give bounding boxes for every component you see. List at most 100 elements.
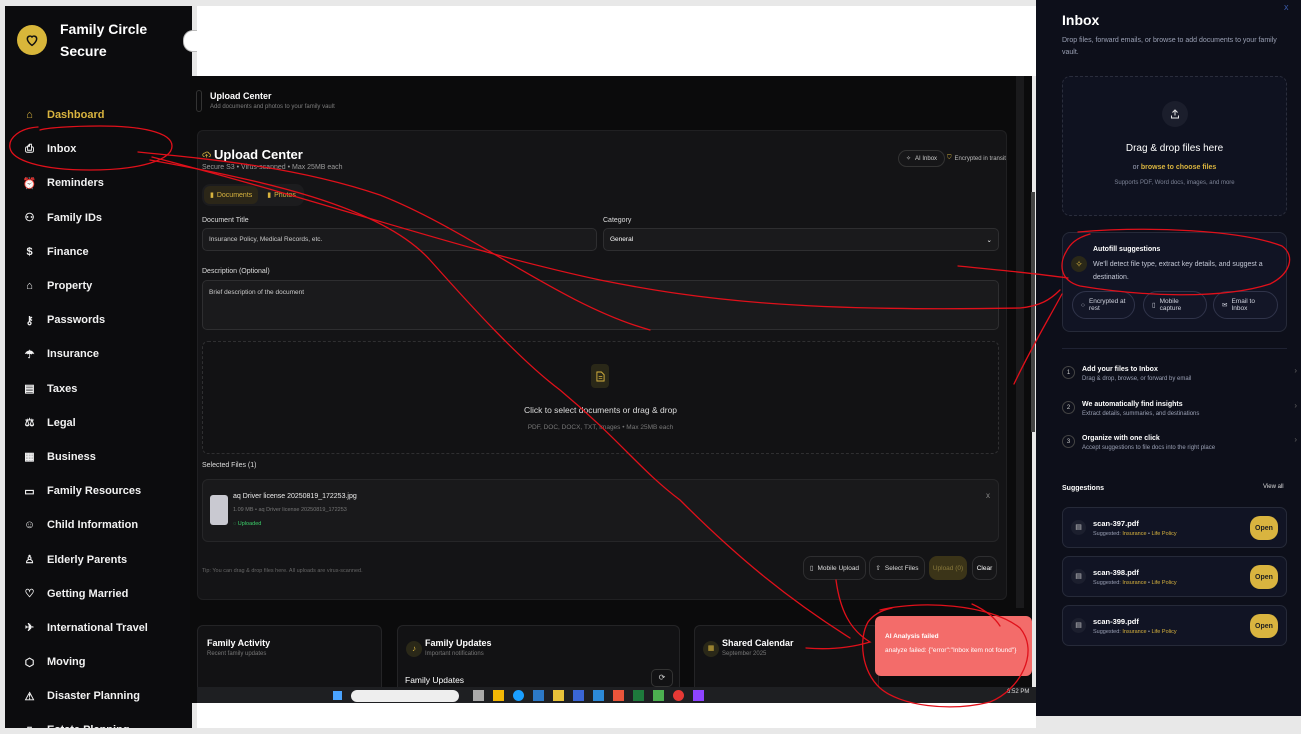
file-icon: ▤: [1071, 520, 1086, 535]
suggestion-item[interactable]: ▤ scan-397.pdf Suggested: Insurance • Li…: [1062, 507, 1287, 548]
page-subtitle: Add documents and photos to your family …: [210, 104, 335, 110]
suggestion-item[interactable]: ▤ scan-398.pdf Suggested: Insurance • Li…: [1062, 556, 1287, 597]
tab-documents[interactable]: ▮ Documents: [204, 186, 259, 204]
sidebar-item-business[interactable]: ▦ Business: [5, 440, 192, 474]
app-icon[interactable]: [573, 690, 584, 701]
sidebar-item-disaster-planning[interactable]: ⚠ Disaster Planning: [5, 679, 192, 713]
category-select[interactable]: General ⌄: [603, 228, 999, 251]
select-files-button[interactable]: ⇧ Select Files: [869, 556, 925, 580]
open-button[interactable]: Open: [1250, 565, 1278, 589]
sidebar-item-family-ids[interactable]: ⚇ Family IDs: [5, 201, 192, 235]
panel-scrollbar[interactable]: [1031, 192, 1035, 432]
app-icon[interactable]: [693, 690, 704, 701]
mobile-capture-label: Mobile capture: [1159, 298, 1182, 312]
dropzone-text: Click to select documents or drag & drop: [523, 405, 678, 415]
sidebar-item-taxes[interactable]: ▤ Taxes: [5, 372, 192, 406]
main-scrollbar[interactable]: [1016, 76, 1024, 608]
autofill-description: We'll detect file type, extract key deta…: [1093, 261, 1263, 281]
suggestion-destination: Suggested: Insurance • Life Policy: [1093, 531, 1177, 537]
sidebar-item-estate-planning[interactable]: ▯ Estate Planning: [5, 713, 192, 728]
app-icon[interactable]: [653, 690, 664, 701]
step-title: Add your files to Inbox: [1082, 366, 1158, 373]
box-icon: ⬡: [24, 656, 35, 669]
windows-start-icon[interactable]: [333, 691, 342, 700]
select-files-label: Select Files: [884, 564, 919, 572]
sidebar-item-finance[interactable]: $ Finance: [5, 235, 192, 269]
chrome-icon[interactable]: [673, 690, 684, 701]
file-icon: [591, 364, 609, 388]
suggestion-item[interactable]: ▤ scan-399.pdf Suggested: Insurance • Li…: [1062, 605, 1287, 646]
open-button[interactable]: Open: [1250, 614, 1278, 638]
step-1[interactable]: 1 Add your files to Inbox Drag & drop, br…: [1062, 366, 1297, 382]
ai-inbox-button[interactable]: ✧ AI Inbox: [898, 150, 946, 167]
email-to-inbox-pill[interactable]: ✉ Email to Inbox: [1213, 291, 1278, 319]
lock-icon: ○: [1081, 301, 1085, 309]
document-icon: ▮: [210, 192, 214, 199]
view-all-link[interactable]: View all: [1263, 484, 1284, 490]
inbox-drop-title: Drag & drop files here: [1125, 143, 1224, 154]
sidebar-item-label: Family Resources: [47, 485, 142, 498]
refresh-button[interactable]: ⟳: [651, 669, 673, 687]
close-icon[interactable]: x: [1284, 2, 1289, 12]
taskbar-search[interactable]: [351, 690, 459, 702]
sidebar-item-elderly-parents[interactable]: ♙ Elderly Parents: [5, 542, 192, 576]
encrypted-at-rest-pill[interactable]: ○ Encrypted at rest: [1072, 291, 1135, 319]
app-icon[interactable]: [613, 690, 624, 701]
email-to-inbox-label: Email to Inbox: [1231, 298, 1255, 312]
open-button[interactable]: Open: [1250, 516, 1278, 540]
file-dropzone[interactable]: Click to select documents or drag & drop…: [202, 341, 999, 454]
excel-icon[interactable]: [633, 690, 644, 701]
file-icon: ▯: [22, 723, 37, 728]
suggestion-subcategory: Life Policy: [1151, 531, 1177, 537]
sidebar-item-insurance[interactable]: ☂ Insurance: [5, 337, 192, 371]
chevron-right-icon: ›: [1294, 401, 1297, 410]
inbox-dropzone[interactable]: Drag & drop files here or browse to choo…: [1062, 76, 1287, 216]
sidebar-item-legal[interactable]: ⚖ Legal: [5, 406, 192, 440]
file-explorer-icon[interactable]: [493, 690, 504, 701]
remove-file-icon[interactable]: x: [986, 491, 990, 500]
heart-logo-icon: [17, 25, 47, 55]
scale-icon: ⚖: [24, 417, 35, 430]
store-icon[interactable]: [533, 690, 544, 701]
sidebar-toggle-icon[interactable]: [196, 90, 202, 112]
app-icon[interactable]: [593, 690, 604, 701]
brand[interactable]: Family Circle Secure: [17, 18, 170, 62]
task-view-icon[interactable]: [473, 690, 484, 701]
upload-button[interactable]: Upload (0): [929, 556, 967, 580]
tab-photos[interactable]: ▮ Photos: [261, 186, 302, 204]
main-content: Upload Center Add documents and photos t…: [190, 76, 1032, 703]
taskbar-apps: [473, 690, 704, 701]
error-toast[interactable]: AI Analysis failed analyze failed: {"err…: [875, 616, 1032, 676]
house-icon: ⌂: [26, 280, 33, 293]
toast-title: AI Analysis failed: [885, 633, 939, 640]
sidebar-item-label: Property: [47, 280, 93, 293]
sidebar-item-inbox[interactable]: ⎙ Inbox: [5, 132, 192, 166]
sidebar-item-dashboard[interactable]: ⌂ Dashboard: [5, 98, 192, 132]
encrypted-badge: ⛉ Encrypted in transit: [947, 155, 1006, 162]
file-icon: ▤: [1071, 569, 1086, 584]
sidebar-item-passwords[interactable]: ⚷ Passwords: [5, 303, 192, 337]
sidebar-item-international-travel[interactable]: ✈ International Travel: [5, 611, 192, 645]
step-3[interactable]: 3 Organize with one click Accept suggesti…: [1062, 435, 1297, 451]
suggestion-prefix: Suggested:: [1093, 629, 1121, 635]
document-title-input[interactable]: Insurance Policy, Medical Records, etc.: [202, 228, 597, 251]
mobile-capture-pill[interactable]: ▯ Mobile capture: [1143, 291, 1207, 319]
step-2[interactable]: 2 We automatically find insights Extract …: [1062, 401, 1297, 417]
browse-files-link[interactable]: browse to choose files: [1141, 164, 1216, 171]
sidebar-item-property[interactable]: ⌂ Property: [5, 269, 192, 303]
category-value: General: [610, 236, 634, 243]
clear-button[interactable]: Clear: [972, 556, 997, 580]
sidebar-item-getting-married[interactable]: ♡ Getting Married: [5, 577, 192, 611]
sidebar-item-child-information[interactable]: ☺ Child Information: [5, 508, 192, 542]
umbrella-icon: ☂: [24, 348, 35, 361]
description-input[interactable]: Brief description of the document: [202, 280, 999, 330]
mobile-upload-button[interactable]: ▯ Mobile Upload: [803, 556, 866, 580]
sidebar-item-reminders[interactable]: ⏰ Reminders: [5, 166, 192, 200]
sidebar-item-label: Family IDs: [47, 211, 103, 224]
sidebar-item-moving[interactable]: ⬡ Moving: [5, 645, 192, 679]
app-icon[interactable]: [553, 690, 564, 701]
alarm-icon: ⏰: [22, 177, 37, 190]
edge-icon[interactable]: [513, 690, 524, 701]
sidebar-item-family-resources[interactable]: ▭ Family Resources: [5, 474, 192, 508]
sidebar-item-label: Taxes: [47, 382, 78, 395]
